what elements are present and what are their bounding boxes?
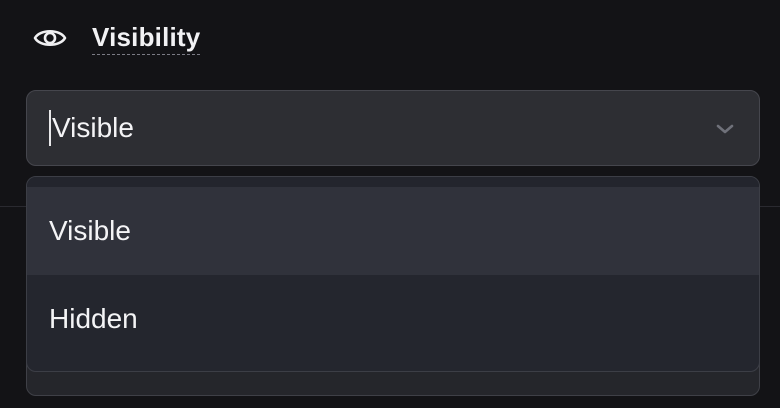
eye-icon xyxy=(30,18,70,58)
visibility-setting: Visibility Visible Visible Hidden xyxy=(0,0,780,408)
menu-top-padding xyxy=(27,177,759,187)
visibility-label: Visibility xyxy=(92,22,201,55)
visibility-dropdown-menu: Visible Hidden xyxy=(26,176,760,372)
visibility-select[interactable]: Visible xyxy=(26,90,760,166)
visibility-header: Visibility xyxy=(30,18,201,58)
text-cursor xyxy=(49,110,51,146)
chevron-down-icon[interactable] xyxy=(713,117,737,141)
option-hidden[interactable]: Hidden xyxy=(27,275,759,363)
select-value: Visible xyxy=(52,112,134,143)
option-visible[interactable]: Visible xyxy=(27,187,759,275)
